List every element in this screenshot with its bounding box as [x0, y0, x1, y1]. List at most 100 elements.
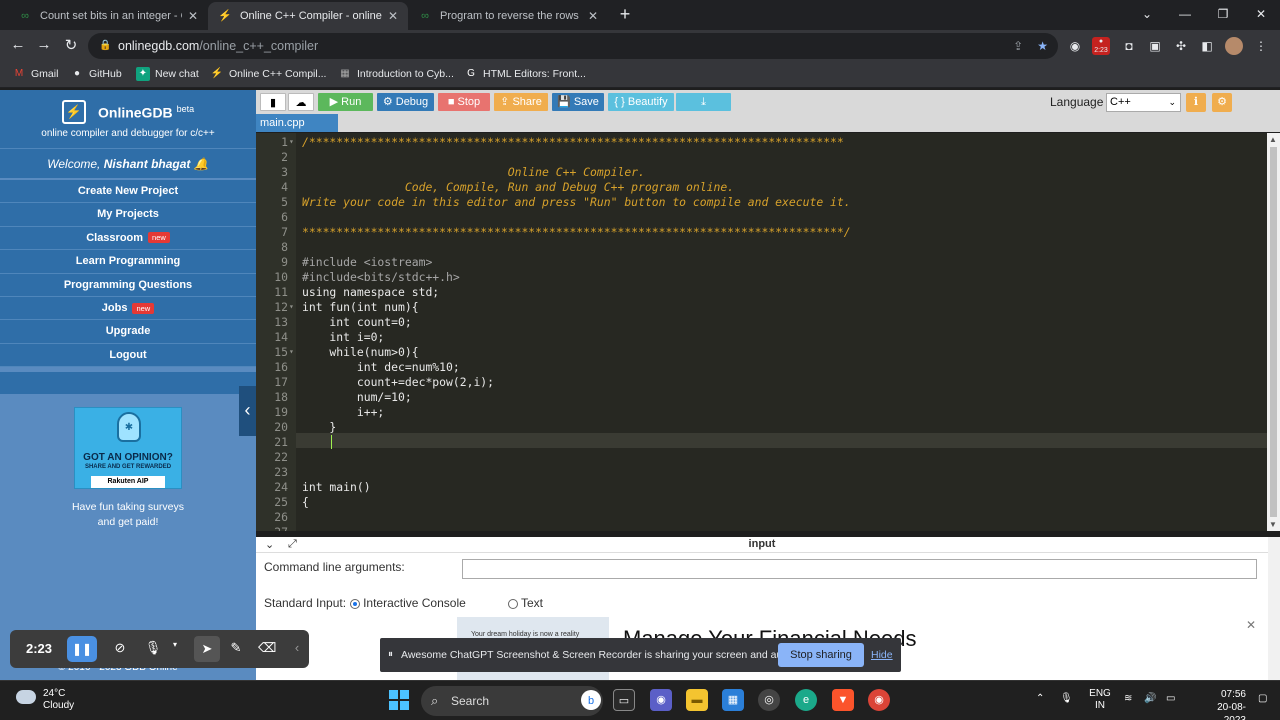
code-line[interactable]: int count=0;	[302, 315, 411, 329]
battery-icon[interactable]: ▭	[1166, 693, 1175, 705]
browser-tab-1[interactable]: ∞ Count set bits in an integer - Gee ✕	[8, 2, 208, 30]
code-line[interactable]: #include<bits/stdc++.h>	[302, 270, 460, 284]
stop-button[interactable]: ■ Stop	[438, 93, 490, 111]
save-button[interactable]: 💾 Save	[552, 93, 604, 111]
edge-icon[interactable]: e	[795, 689, 817, 711]
tab-search-icon[interactable]: ⌄	[1128, 0, 1166, 30]
sidebar-item-upgrade[interactable]: Upgrade	[0, 320, 256, 344]
reload-icon[interactable]: ↻	[61, 36, 81, 54]
share-icon[interactable]: ⇪	[1013, 33, 1023, 59]
code-line[interactable]: while(num>0){	[302, 345, 418, 359]
profile-avatar[interactable]	[1225, 37, 1243, 55]
new-tab-icon[interactable]: +	[615, 4, 635, 25]
file-explorer-icon[interactable]: ▬	[686, 689, 708, 711]
code-line[interactable]: num/=10;	[302, 390, 412, 404]
new-file-button[interactable]: ▮	[260, 93, 286, 111]
language-indicator[interactable]: ENG IN	[1086, 688, 1114, 712]
bell-icon[interactable]: 🔔	[194, 157, 209, 171]
collapse-sidebar-icon[interactable]: ‹	[239, 386, 256, 436]
task-view-icon[interactable]: ▭	[613, 689, 635, 711]
chrome-icon[interactable]: ◉	[868, 689, 890, 711]
eraser-icon[interactable]: ⌫	[258, 640, 276, 656]
teams-icon[interactable]: ◉	[650, 689, 672, 711]
info-button[interactable]: ℹ	[1186, 93, 1206, 112]
wifi-icon[interactable]: ≋	[1124, 693, 1132, 705]
radio-interactive-console[interactable]	[350, 598, 361, 609]
system-clock[interactable]: 07:56 20-08-2023	[1198, 688, 1246, 720]
pointer-tool[interactable]: ➤	[194, 636, 220, 662]
sidebar-item-my-projects[interactable]: My Projects	[0, 203, 256, 227]
code-line[interactable]: i++;	[302, 405, 384, 419]
tab-main-cpp[interactable]: main.cpp	[256, 114, 338, 132]
sidebar-item-logout[interactable]: Logout	[0, 343, 256, 368]
scroll-down-icon[interactable]: ▼	[1269, 520, 1277, 529]
browser-tab-3[interactable]: ∞ Program to reverse the rows in a ✕	[408, 2, 608, 30]
language-select[interactable]: C++ ⌄	[1106, 93, 1181, 112]
bookmark-onlinegdb[interactable]: ⚡ Online C++ Compil...	[210, 67, 327, 81]
close-icon[interactable]: ✕	[188, 9, 198, 23]
close-icon[interactable]: ✕	[588, 9, 598, 23]
sidepanel-icon[interactable]: ◧	[1198, 37, 1216, 55]
code-line[interactable]: }	[302, 420, 336, 434]
browser-tab-2[interactable]: ⚡ Online C++ Compiler - online edi ✕	[208, 2, 408, 30]
collapse-icon[interactable]: ‹	[288, 640, 306, 655]
recorder-extension-icon[interactable]: ● 2:23	[1092, 37, 1110, 55]
ad-caption[interactable]: Have fun taking surveys and get paid!	[0, 500, 256, 530]
code-line[interactable]: using namespace std;	[302, 285, 439, 299]
bookmark-github[interactable]: ● GitHub	[70, 67, 122, 81]
radio-text[interactable]	[508, 598, 518, 609]
tray-chevron-icon[interactable]: ⌃	[1036, 693, 1044, 705]
bookmark-html-editors[interactable]: G HTML Editors: Front...	[464, 67, 586, 81]
code-line[interactable]: Online C++ Compiler.	[302, 165, 645, 179]
menu-icon[interactable]: ⋮	[1252, 37, 1270, 55]
brand-name[interactable]: OnlineGDB beta	[98, 104, 194, 121]
code-line[interactable]: int i=0;	[302, 330, 384, 344]
maximize-icon[interactable]: ❐	[1204, 0, 1242, 30]
code-line[interactable]	[302, 435, 329, 449]
cmd-args-input[interactable]	[462, 559, 1257, 579]
pause-recording-button[interactable]: ❚❚	[67, 636, 97, 662]
bing-icon[interactable]: b	[581, 690, 601, 710]
camera-off-icon[interactable]: ⊘	[111, 640, 129, 656]
code-line[interactable]: Write your code in this editor and press…	[302, 195, 851, 209]
pen-icon[interactable]: ✎	[227, 640, 245, 656]
sidebar-item-learn-programming[interactable]: Learn Programming	[0, 250, 256, 274]
sidebar-ad[interactable]: ✱ GOT AN OPINION? SHARE AND GET REWARDED…	[74, 407, 182, 489]
interactive-console-label[interactable]: Interactive Console	[363, 596, 466, 610]
sidebar-item-create-new-project[interactable]: Create New Project	[0, 180, 256, 204]
code-line[interactable]: int main()	[302, 480, 371, 494]
code-line[interactable]: count+=dec*pow(2,i);	[302, 375, 494, 389]
code-line[interactable]: #include <iostream>	[302, 255, 432, 269]
sidebar-item-classroom[interactable]: Classroom new	[0, 226, 256, 251]
scroll-up-icon[interactable]: ▲	[1269, 135, 1277, 144]
editor-scrollbar[interactable]: ▲ ▼	[1267, 133, 1280, 531]
notification-icon[interactable]: ▢	[1258, 693, 1267, 705]
bookmark-new-chat[interactable]: ✦ New chat	[136, 67, 199, 81]
fold-arrow-icon[interactable]: ▾	[289, 347, 294, 356]
bookmark-gmail[interactable]: M Gmail	[12, 67, 59, 81]
text-option-label[interactable]: Text	[521, 596, 543, 610]
user-name[interactable]: Nishant bhagat	[104, 157, 191, 171]
volume-icon[interactable]: 🔊	[1144, 693, 1156, 705]
debug-button[interactable]: ⚙ Debug	[377, 93, 434, 111]
download-button[interactable]: ⤓	[676, 93, 731, 111]
microphone-icon[interactable]: 🎙	[1060, 693, 1073, 705]
settings-button[interactable]: ⚙	[1212, 93, 1232, 112]
chevron-down-icon[interactable]: ▾	[166, 640, 184, 649]
address-bar[interactable]: 🔒 onlinegdb.com/online_c++_compiler ⇪ ★	[88, 33, 1058, 59]
stdin-text-option[interactable]: Text	[504, 596, 543, 610]
sidebar-item-programming-questions[interactable]: Programming Questions	[0, 273, 256, 297]
extension-icon[interactable]: ▣	[1146, 37, 1164, 55]
taskbar-search[interactable]: ⌕ Search	[421, 686, 603, 716]
puzzle-icon[interactable]: ✣	[1172, 37, 1190, 55]
stop-sharing-button[interactable]: Stop sharing	[778, 643, 864, 667]
beautify-button[interactable]: { } Beautify	[608, 93, 674, 111]
code-line[interactable]: int dec=num%10;	[302, 360, 460, 374]
fold-arrow-icon[interactable]: ▾	[289, 137, 294, 146]
hide-link[interactable]: Hide	[871, 649, 893, 661]
input-panel-scrollbar[interactable]	[1268, 537, 1280, 680]
window-close-icon[interactable]: ✕	[1242, 0, 1280, 30]
back-icon[interactable]: ←	[8, 36, 28, 53]
dell-icon[interactable]: ◎	[758, 689, 780, 711]
upload-button[interactable]: ☁	[288, 93, 314, 111]
